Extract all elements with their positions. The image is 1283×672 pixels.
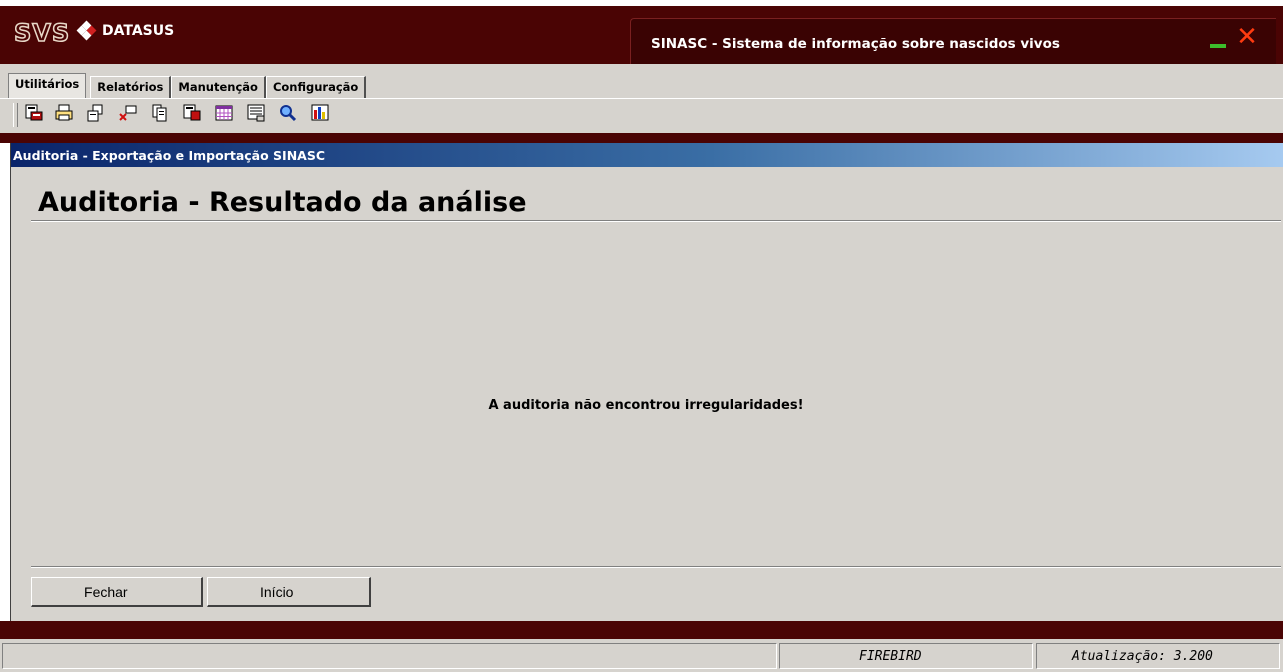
tab-utilitarios[interactable]: Utilitários <box>8 73 87 98</box>
delete-button[interactable] <box>118 104 144 128</box>
panel-header-title: Auditoria - Exportação e Importação SINA… <box>13 148 326 163</box>
status-panel-main <box>2 643 777 669</box>
minimize-icon <box>1210 44 1226 48</box>
toolbar <box>0 98 1283 134</box>
app-title: SINASC - Sistema de informação sobre nas… <box>651 36 1060 52</box>
documents-icon <box>152 104 167 122</box>
minimize-button[interactable] <box>1208 30 1230 50</box>
close-button-label: echar <box>92 584 128 600</box>
search-icon <box>280 105 297 122</box>
menu-bar: Utilitários Relatórios Manutenção Config… <box>0 64 1283 98</box>
copy-icon <box>87 104 103 122</box>
import-button[interactable] <box>182 104 208 128</box>
list-button[interactable] <box>246 104 272 128</box>
chart-button[interactable] <box>310 104 336 128</box>
close-icon: ✕ <box>1236 22 1258 52</box>
datasus-mark-icon <box>76 20 97 41</box>
chart-icon <box>311 104 329 121</box>
close-window-button[interactable]: ✕ <box>1235 24 1259 50</box>
page-title: Auditoria - Resultado da análise <box>38 187 527 218</box>
calendar-button[interactable] <box>214 104 240 128</box>
tab-manutencao[interactable]: Manutenção <box>171 76 266 98</box>
close-button[interactable]: Fechar <box>31 577 203 607</box>
start-button[interactable]: Início <box>207 577 371 607</box>
title-divider <box>31 220 1281 222</box>
tab-configuracao[interactable]: Configuração <box>265 76 367 98</box>
datasus-logo: DATASUS <box>76 20 175 41</box>
start-button-label: nício <box>263 584 294 600</box>
menu-tabs: Utilitários Relatórios Manutenção Config… <box>8 73 367 98</box>
calendar-icon <box>215 105 233 121</box>
close-button-accel: F <box>84 584 93 600</box>
status-database: FIREBIRD <box>779 643 1033 669</box>
print-icon <box>55 104 73 121</box>
bottom-band <box>0 621 1283 639</box>
documents-button[interactable] <box>150 104 176 128</box>
print-button[interactable] <box>54 104 80 128</box>
export-icon <box>25 104 43 121</box>
result-message: A auditoria não encontrou irregularidade… <box>488 398 804 413</box>
export-button[interactable] <box>24 104 50 128</box>
panel-header: Auditoria - Exportação e Importação SINA… <box>11 143 1283 167</box>
tab-relatorios[interactable]: Relatórios <box>90 76 172 98</box>
buttons-divider <box>31 566 1281 568</box>
list-icon <box>247 104 265 122</box>
import-icon <box>183 104 201 121</box>
status-bar: FIREBIRD Atualização: 3.200 <box>0 639 1283 672</box>
status-version: Atualização: 3.200 <box>1036 643 1280 669</box>
toolbar-grip[interactable] <box>13 103 18 127</box>
datasus-logo-text: DATASUS <box>102 23 175 39</box>
delete-icon <box>119 105 137 121</box>
audit-panel: Auditoria - Exportação e Importação SINA… <box>10 143 1283 621</box>
toolbar-divider <box>0 133 1283 143</box>
copy-button[interactable] <box>86 104 112 128</box>
search-button[interactable] <box>278 104 304 128</box>
svs-logo: SVS <box>13 18 71 48</box>
title-bar: SVS DATASUS SINASC - Sistema de informaç… <box>0 6 1283 65</box>
